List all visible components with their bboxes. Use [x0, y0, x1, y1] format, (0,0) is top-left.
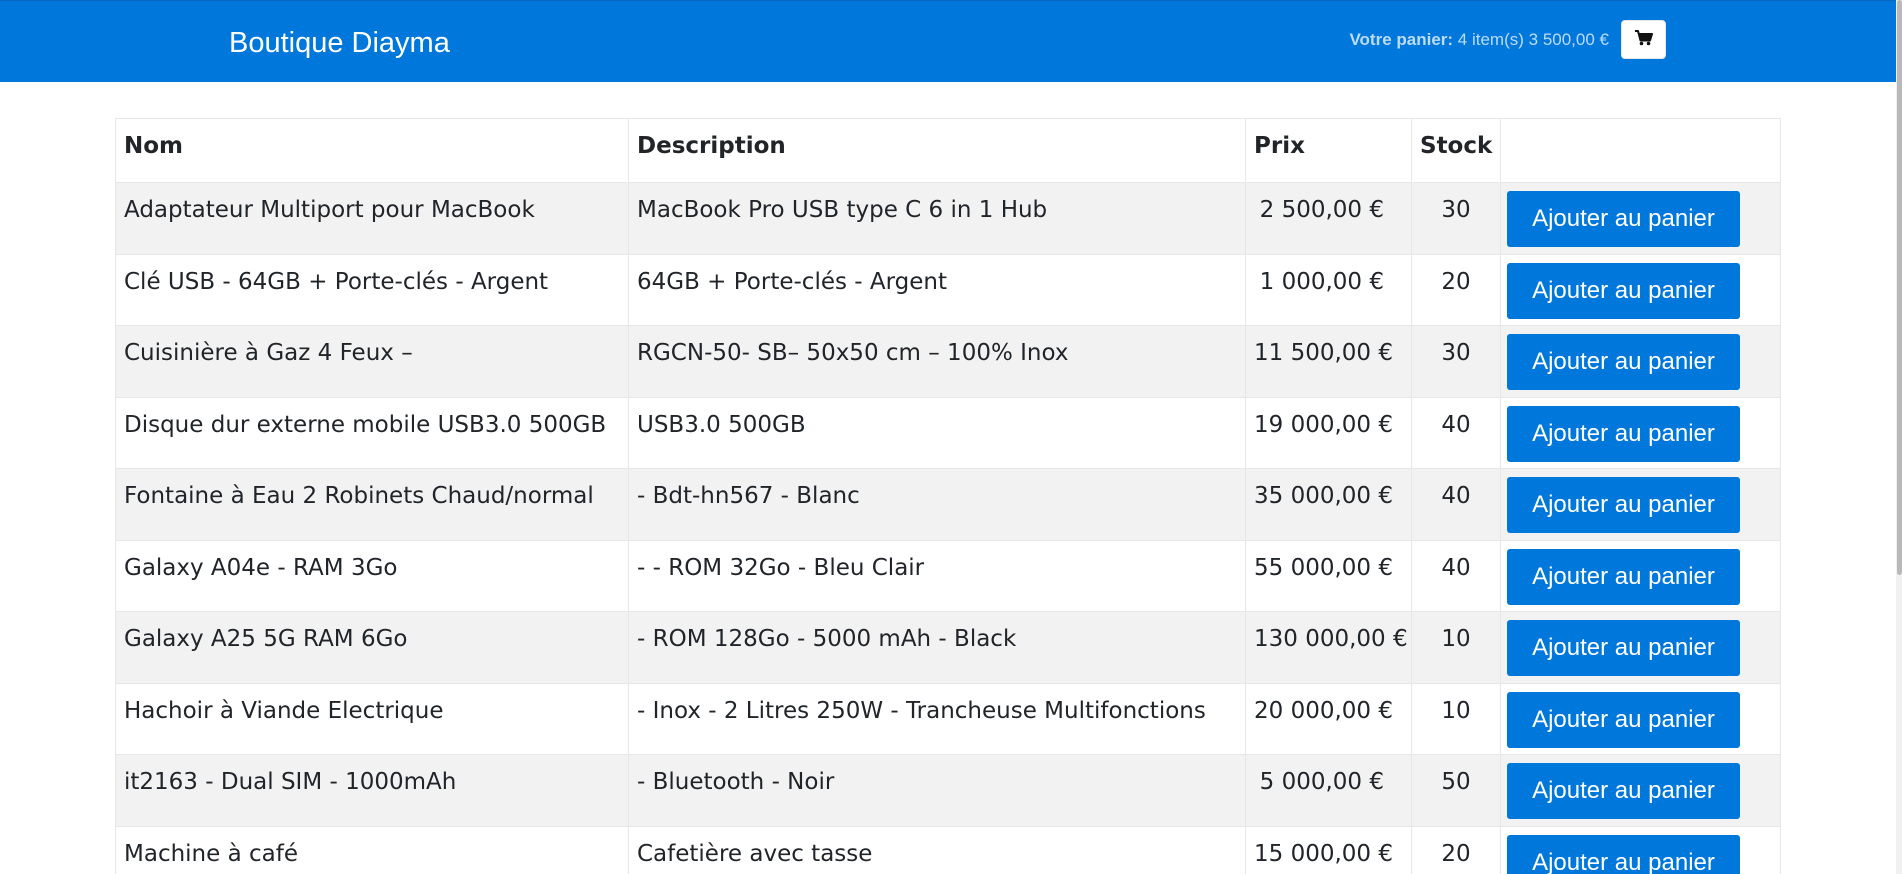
product-price: 15 000,00 €: [1245, 825, 1412, 874]
header-price: Prix: [1245, 118, 1412, 183]
product-stock: 40: [1411, 539, 1501, 612]
product-description: - Bdt-hn567 - Blanc: [628, 468, 1246, 541]
product-stock: 10: [1411, 682, 1501, 755]
product-stock: 30: [1411, 182, 1501, 255]
product-action-cell: Ajouter au panier: [1500, 468, 1781, 541]
products-table: Nom Description Prix Stock Adaptateur Mu…: [115, 118, 1781, 874]
product-price: 5 000,00 €: [1245, 754, 1412, 827]
add-to-cart-button[interactable]: Ajouter au panier: [1507, 405, 1740, 462]
table-row: Cuisinière à Gaz 4 Feux – RGCN-50- SB– 50…: [115, 325, 1781, 398]
product-price: 55 000,00 €: [1245, 539, 1412, 612]
cart-button[interactable]: [1621, 20, 1666, 59]
header-stock: Stock: [1411, 118, 1501, 183]
add-to-cart-button[interactable]: Ajouter au panier: [1507, 548, 1740, 605]
product-action-cell: Ajouter au panier: [1500, 325, 1781, 398]
product-stock: 20: [1411, 825, 1501, 874]
cart-count-total: 4 item(s) 3 500,00 €: [1457, 30, 1609, 49]
brand-link[interactable]: Boutique Diayma: [229, 25, 450, 61]
page: Boutique Diayma Votre panier: 4 item(s) …: [0, 0, 1902, 874]
product-description: USB3.0 500GB: [628, 396, 1246, 469]
add-to-cart-button[interactable]: Ajouter au panier: [1507, 620, 1740, 676]
product-description: 64GB + Porte-clés - Argent: [628, 253, 1246, 326]
product-price: 11 500,00 €: [1245, 325, 1412, 398]
table-row: Machine à café Cafetière avec tasse 15 000…: [115, 825, 1781, 874]
product-action-cell: Ajouter au panier: [1500, 611, 1781, 684]
table-header-row: Nom Description Prix Stock: [115, 118, 1781, 183]
product-description: - ROM 128Go - 5000 mAh - Black: [628, 611, 1246, 684]
table-row: Clé USB - 64GB + Porte-clés - Argent 64GB…: [115, 253, 1781, 326]
add-to-cart-button[interactable]: Ajouter au panier: [1507, 691, 1740, 748]
header-action: [1500, 118, 1781, 183]
shopping-cart-icon: [1634, 29, 1653, 50]
cart-label: Votre panier:: [1349, 30, 1454, 49]
product-description: - Inox - 2 Litres 250W - Trancheuse Mult…: [628, 682, 1246, 755]
product-stock: 40: [1411, 468, 1501, 541]
product-description: Cafetière avec tasse: [628, 825, 1246, 874]
product-action-cell: Ajouter au panier: [1500, 825, 1781, 874]
product-description: - Bluetooth - Noir: [628, 754, 1246, 827]
product-action-cell: Ajouter au panier: [1500, 754, 1781, 827]
product-description: RGCN-50- SB– 50x50 cm – 100% Inox: [628, 325, 1246, 398]
top-navbar: Boutique Diayma Votre panier: 4 item(s) …: [0, 0, 1896, 82]
product-action-cell: Ajouter au panier: [1500, 182, 1781, 255]
table-body: Adaptateur Multiport pour MacBook MacBook…: [115, 182, 1781, 874]
product-action-cell: Ajouter au panier: [1500, 253, 1781, 326]
product-name: Clé USB - 64GB + Porte-clés - Argent: [115, 253, 629, 326]
table-row: Galaxy A25 5G RAM 6Go - ROM 128Go - 5000 …: [115, 611, 1781, 684]
add-to-cart-button[interactable]: Ajouter au panier: [1507, 834, 1740, 874]
product-stock: 10: [1411, 611, 1501, 684]
add-to-cart-button[interactable]: Ajouter au panier: [1507, 191, 1740, 247]
product-stock: 40: [1411, 396, 1501, 469]
product-action-cell: Ajouter au panier: [1500, 682, 1781, 755]
product-price: 2 500,00 €: [1245, 182, 1412, 255]
product-stock: 50: [1411, 754, 1501, 827]
product-name: it2163 - Dual SIM - 1000mAh: [115, 754, 629, 827]
product-name: Galaxy A25 5G RAM 6Go: [115, 611, 629, 684]
table-row: Galaxy A04e - RAM 3Go - - ROM 32Go - Bleu…: [115, 539, 1781, 612]
product-stock: 20: [1411, 253, 1501, 326]
table-row: Adaptateur Multiport pour MacBook MacBook…: [115, 182, 1781, 255]
product-name: Disque dur externe mobile USB3.0 500GB: [115, 396, 629, 469]
table-row: Disque dur externe mobile USB3.0 500GB US…: [115, 396, 1781, 469]
product-name: Fontaine à Eau 2 Robinets Chaud/normal: [115, 468, 629, 541]
product-name: Galaxy A04e - RAM 3Go: [115, 539, 629, 612]
product-price: 20 000,00 €: [1245, 682, 1412, 755]
add-to-cart-button[interactable]: Ajouter au panier: [1507, 477, 1740, 533]
product-price: 130 000,00 €: [1245, 611, 1412, 684]
product-description: - - ROM 32Go - Bleu Clair: [628, 539, 1246, 612]
product-price: 1 000,00 €: [1245, 253, 1412, 326]
product-stock: 30: [1411, 325, 1501, 398]
product-price: 19 000,00 €: [1245, 396, 1412, 469]
product-name: Machine à café: [115, 825, 629, 874]
product-action-cell: Ajouter au panier: [1500, 539, 1781, 612]
add-to-cart-button[interactable]: Ajouter au panier: [1507, 262, 1740, 319]
add-to-cart-button[interactable]: Ajouter au panier: [1507, 334, 1740, 390]
product-name: Hachoir à Viande Electrique: [115, 682, 629, 755]
product-action-cell: Ajouter au panier: [1500, 396, 1781, 469]
product-name: Cuisinière à Gaz 4 Feux –: [115, 325, 629, 398]
table-row: Hachoir à Viande Electrique - Inox - 2 Li…: [115, 682, 1781, 755]
product-description: MacBook Pro USB type C 6 in 1 Hub: [628, 182, 1246, 255]
product-name: Adaptateur Multiport pour MacBook: [115, 182, 629, 255]
table-row: Fontaine à Eau 2 Robinets Chaud/normal - …: [115, 468, 1781, 541]
product-price: 35 000,00 €: [1245, 468, 1412, 541]
table-row: it2163 - Dual SIM - 1000mAh - Bluetooth -…: [115, 754, 1781, 827]
cart-summary: Votre panier: 4 item(s) 3 500,00 €: [1349, 30, 1609, 50]
products-table-container: Nom Description Prix Stock Adaptateur Mu…: [115, 118, 1781, 874]
header-name: Nom: [115, 118, 629, 183]
scrollbar-thumb[interactable]: [1897, 0, 1902, 575]
add-to-cart-button[interactable]: Ajouter au panier: [1507, 763, 1740, 819]
header-description: Description: [628, 118, 1246, 183]
